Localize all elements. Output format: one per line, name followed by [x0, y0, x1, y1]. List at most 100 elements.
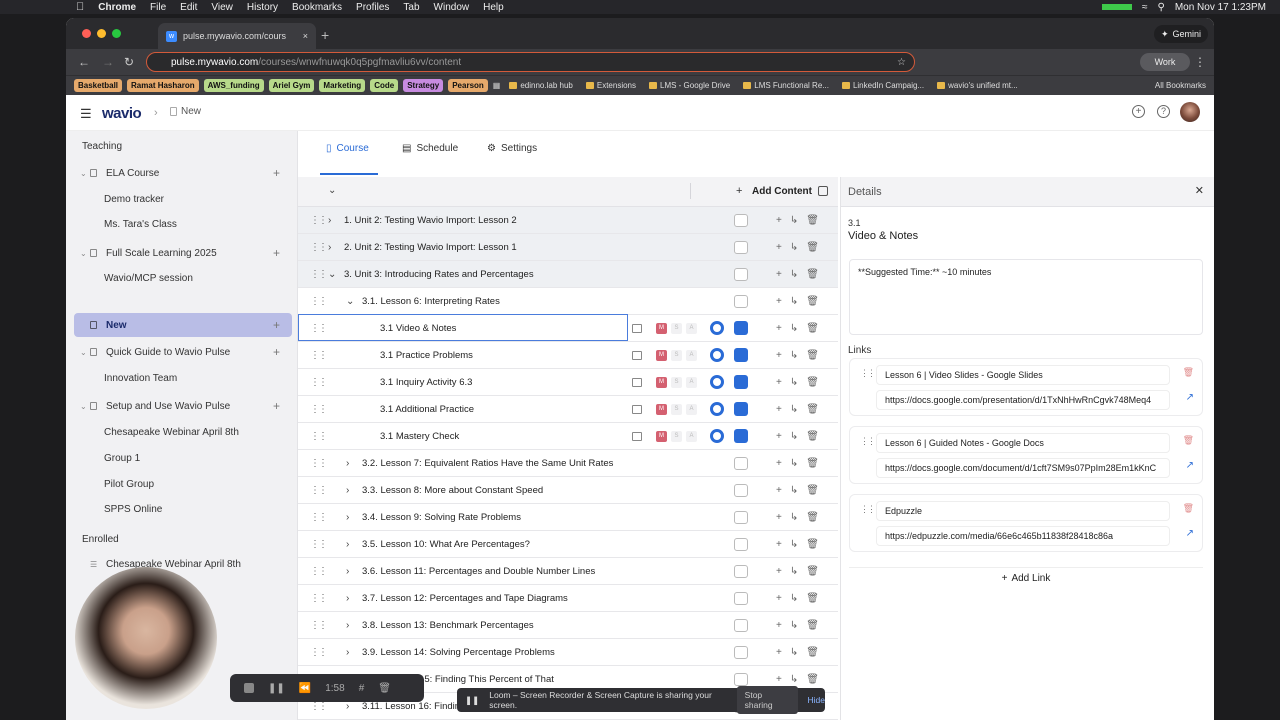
bookmark-extensions[interactable]: Extensions — [582, 81, 640, 90]
forward-icon[interactable]: → — [102, 55, 114, 69]
bookmark-lms-drive[interactable]: LMS - Google Drive — [645, 81, 734, 90]
document-icon[interactable] — [734, 294, 748, 308]
add-content-button[interactable]: Add Content — [752, 186, 812, 197]
move-icon[interactable]: ↳ — [790, 404, 798, 415]
move-icon[interactable]: ↳ — [790, 593, 798, 604]
move-icon[interactable]: ↳ — [790, 242, 798, 253]
trash-icon[interactable]: 🗑 — [806, 647, 819, 658]
trash-icon[interactable]: 🗑 — [806, 674, 819, 685]
add-icon[interactable]: + — [776, 296, 782, 307]
tab-course[interactable]: ▯ Course — [326, 143, 369, 154]
chevron-down-icon[interactable]: ⌄ — [80, 402, 87, 411]
drag-handle-icon[interactable]: ⋮⋮ — [860, 504, 876, 515]
trash-icon[interactable]: 🗑 — [806, 593, 819, 604]
gradebook-icon[interactable] — [632, 431, 642, 441]
add-icon[interactable]: + — [776, 404, 782, 415]
tree-row[interactable]: ⋮⋮ 3.1 Video & Notes M S A + ↳ 🗑 — [298, 314, 838, 342]
badge-a[interactable]: A — [686, 430, 697, 442]
edit-note-icon[interactable] — [734, 375, 748, 389]
add-icon[interactable]: + — [776, 647, 782, 658]
status-circle-icon[interactable] — [710, 429, 724, 443]
badge-s[interactable]: S — [671, 430, 682, 442]
sidebar-item-enrolled-chesapeake[interactable]: ☰ Chesapeake Webinar April 8th — [66, 552, 298, 576]
link-url-field[interactable]: https://docs.google.com/presentation/d/1… — [876, 390, 1170, 410]
add-icon[interactable]: + — [776, 458, 782, 469]
drag-handle-icon[interactable]: ⋮⋮ — [860, 368, 876, 379]
rewind-icon[interactable]: ⏪ — [299, 683, 311, 694]
tab-settings[interactable]: ⚙ Settings — [487, 143, 537, 154]
bookmark-code[interactable]: Code — [370, 79, 399, 92]
search-icon[interactable]: ⚲ — [1158, 2, 1165, 13]
add-icon[interactable]: + — [776, 215, 782, 226]
drag-handle-icon[interactable]: ⋮⋮ — [310, 539, 328, 550]
document-icon[interactable] — [734, 672, 748, 686]
gemini-button[interactable]: ✦ Gemini — [1154, 25, 1208, 43]
tree-row[interactable]: ⋮⋮ 3.1 Practice Problems M S A + ↳ 🗑 — [298, 342, 838, 369]
minimize-window-icon[interactable] — [97, 29, 106, 38]
drag-handle-icon[interactable]: ⋮⋮ — [310, 296, 328, 307]
trash-icon[interactable]: 🗑 — [806, 485, 819, 496]
move-icon[interactable]: ↳ — [790, 512, 798, 523]
edit-note-icon[interactable] — [734, 321, 748, 335]
document-icon[interactable] — [734, 483, 748, 497]
move-icon[interactable]: ↳ — [790, 458, 798, 469]
sidebar-item-pilot-group[interactable]: Pilot Group — [66, 472, 298, 496]
badge-a[interactable]: A — [686, 403, 697, 415]
add-icon[interactable]: + — [273, 166, 280, 180]
gradebook-icon[interactable] — [632, 404, 642, 414]
sidebar-item-ela-course[interactable]: ⌄ ELA Course + — [66, 161, 298, 185]
tree-row[interactable]: ⋮⋮ › 3.2. Lesson 7: Equivalent Ratios Have… — [298, 450, 838, 477]
badge-a[interactable]: A — [686, 376, 697, 388]
bookmark-linkedin[interactable]: LinkedIn Campaig... — [838, 81, 928, 90]
tree-row[interactable]: ⋮⋮ 3.1 Inquiry Activity 6.3 M S A + ↳ 🗑 — [298, 369, 838, 396]
badge-m[interactable]: M — [656, 376, 667, 388]
chevron-right-icon[interactable]: › — [346, 647, 349, 658]
document-icon[interactable] — [734, 456, 748, 470]
document-icon[interactable] — [734, 618, 748, 632]
link-title-field[interactable]: Lesson 6 | Video Slides - Google Slides — [876, 365, 1170, 385]
chevron-right-icon[interactable]: › — [346, 485, 349, 496]
tree-row[interactable]: ⋮⋮ › 3.9. Lesson 14: Solving Percentage Pr… — [298, 639, 838, 666]
menu-bookmarks[interactable]: Bookmarks — [292, 2, 342, 13]
trash-icon[interactable]: 🗑 — [806, 458, 819, 469]
move-icon[interactable]: ↳ — [790, 485, 798, 496]
add-icon[interactable]: + — [776, 269, 782, 280]
move-icon[interactable]: ↳ — [790, 647, 798, 658]
add-icon[interactable]: + — [273, 399, 280, 413]
menu-edit[interactable]: Edit — [180, 2, 197, 13]
menu-file[interactable]: File — [150, 2, 166, 13]
chevron-right-icon[interactable]: › — [346, 620, 349, 631]
sidebar-item-chesapeake[interactable]: Chesapeake Webinar April 8th — [66, 420, 298, 444]
drag-handle-icon[interactable]: ⋮⋮ — [310, 701, 328, 712]
trash-icon[interactable]: 🗑 — [806, 242, 819, 253]
browser-tab[interactable]: w pulse.mywavio.com/cours × — [158, 23, 316, 49]
drag-handle-icon[interactable]: ⋮⋮ — [860, 436, 876, 447]
move-icon[interactable]: ↳ — [790, 377, 798, 388]
add-icon[interactable]: + — [273, 246, 280, 260]
wavio-logo[interactable]: wavio — [102, 105, 142, 122]
drag-handle-icon[interactable]: ⋮⋮ — [310, 323, 328, 334]
document-icon[interactable] — [734, 213, 748, 227]
chevron-down-icon[interactable]: ⌄ — [80, 249, 87, 258]
hide-button[interactable]: Hide — [808, 695, 825, 705]
external-link-icon[interactable]: ↗ — [1186, 460, 1194, 471]
bookmark-marketing[interactable]: Marketing — [319, 79, 366, 92]
tree-row[interactable]: ⋮⋮ › 2. Unit 2: Testing Wavio Import: Less… — [298, 234, 838, 261]
status-circle-icon[interactable] — [710, 402, 724, 416]
status-circle-icon[interactable] — [710, 321, 724, 335]
trash-icon[interactable]: 🗑 — [806, 215, 819, 226]
trash-icon[interactable]: 🗑 — [806, 377, 819, 388]
add-icon[interactable]: + — [776, 350, 782, 361]
move-icon[interactable]: ↳ — [790, 539, 798, 550]
trash-icon[interactable]: 🗑 — [806, 431, 819, 442]
back-icon[interactable]: ← — [78, 55, 90, 69]
sidebar-item-ms-taras-class[interactable]: Ms. Tara's Class — [66, 212, 298, 236]
status-circle-icon[interactable] — [710, 348, 724, 362]
sidebar-item-group-1[interactable]: Group 1 — [66, 446, 298, 470]
stop-sharing-button[interactable]: Stop sharing — [736, 686, 798, 714]
sidebar-item-setup-use[interactable]: ⌄ Setup and Use Wavio Pulse + — [66, 394, 298, 418]
sidebar-item-demo-tracker[interactable]: Demo tracker — [66, 187, 298, 211]
trash-icon[interactable]: 🗑 — [806, 512, 819, 523]
trash-icon[interactable]: 🗑 — [806, 350, 819, 361]
apple-icon[interactable]:  — [76, 1, 84, 13]
